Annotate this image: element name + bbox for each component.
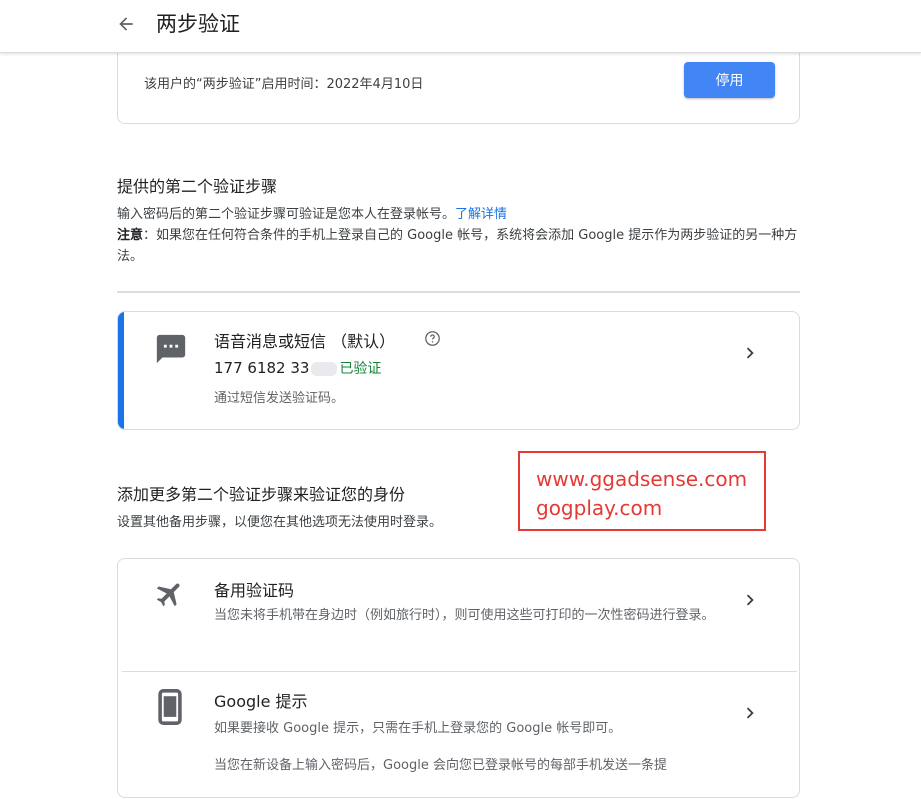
backup-codes-desc: 当您未将手机带在身边时（例如旅行时），则可使用这些可打印的一次性密码进行登录。 [214,608,715,623]
sms-icon-box [152,330,190,368]
help-button[interactable] [422,328,442,348]
back-button[interactable] [110,8,142,40]
second-step-desc-text: 输入密码后的第二个验证步骤可验证是您本人在登录帐号。 [117,207,456,222]
note-text: ：如果您在任何符合条件的手机上登录自己的 Google 帐号，系统将会添加 Go… [117,228,798,264]
disable-button[interactable]: 停用 [684,62,775,98]
chevron-right-icon [746,594,754,606]
section-divider [117,291,800,293]
google-prompt-title: Google 提示 [214,692,308,711]
phone-number: 177 6182 33 [214,359,310,377]
redacted-digits [311,361,338,376]
phone-icon [158,689,182,725]
google-prompt-row[interactable]: Google 提示 如果要接收 Google 提示，只需在手机上登录您的 Goo… [118,672,799,799]
watermark-line-1: www.ggadsense.com [536,467,748,491]
second-step-heading: 提供的第二个验证步骤 [117,177,278,196]
google-prompt-chevron[interactable] [738,701,762,725]
chevron-right-icon [746,707,754,719]
note-label: 注意 [117,228,144,243]
chevron-right-icon [746,347,754,359]
help-icon [424,330,440,346]
default-accent-bar [118,312,124,429]
backup-codes-title: 备用验证码 [214,581,295,600]
more-options-card: 备用验证码 当您未将手机带在身边时（例如旅行时），则可使用这些可打印的一次性密码… [117,558,800,798]
back-arrow-icon [119,17,133,31]
watermark-box: www.ggadsense.com gogplay.com [518,451,766,531]
add-more-description: 设置其他备用步骤，以便您在其他选项无法使用时登录。 [117,515,443,530]
verified-label: 已验证 [339,361,382,377]
voice-sms-subtext: 通过短信发送验证码。 [214,391,345,406]
voice-sms-chevron[interactable] [738,341,762,365]
sms-icon [156,334,186,364]
voice-sms-card[interactable]: 语音消息或短信 （默认） 177 6182 33 已验证 通过短信发送验证码。 [117,311,800,430]
google-prompt-desc: 如果要接收 Google 提示，只需在手机上登录您的 Google 帐号即可。 [214,721,622,736]
airplane-icon [156,583,180,607]
airplane-icon-box [152,576,188,612]
top-app-bar: 两步验证 [0,0,921,53]
watermark-line-2: gogplay.com [536,496,663,520]
voice-sms-title: 语音消息或短信 （默认） [214,332,396,351]
add-more-heading: 添加更多第二个验证步骤来验证您的身份 [117,485,406,504]
google-prompt-desc-2: 当您在新设备上输入密码后，Google 会向您已登录帐号的每部手机发送一条提 [214,758,667,773]
enabled-since-text: 该用户的“两步验证”启用时间：2022年4月10日 [144,77,424,92]
second-step-description: 输入密码后的第二个验证步骤可验证是您本人在登录帐号。了解详情 注意：如果您在任何… [117,204,807,267]
backup-codes-row[interactable]: 备用验证码 当您未将手机带在身边时（例如旅行时），则可使用这些可打印的一次性密码… [118,559,799,671]
page-title: 两步验证 [156,12,240,36]
phone-icon-box [152,687,188,727]
learn-more-link[interactable]: 了解详情 [455,207,507,222]
phone-number-line: 177 6182 33 已验证 [214,358,381,378]
backup-codes-chevron[interactable] [738,588,762,612]
